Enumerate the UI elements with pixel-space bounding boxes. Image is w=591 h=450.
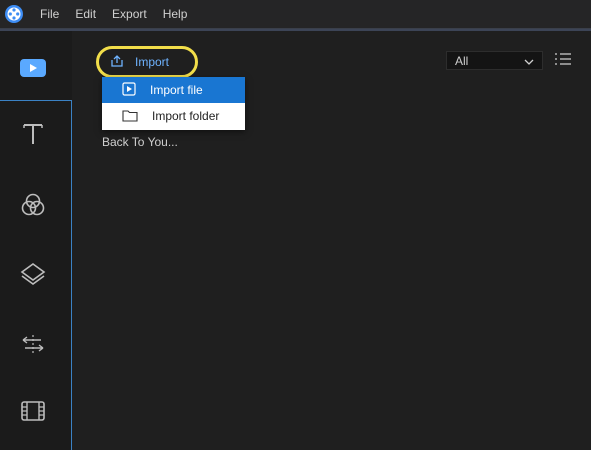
menu-item-import-folder[interactable]: Import folder [102,103,245,129]
filter-select-value: All [455,53,469,68]
list-view-icon [554,52,572,69]
filter-select[interactable]: All [446,51,543,70]
tool-overlays[interactable] [0,255,66,295]
folder-icon [122,108,138,125]
tool-text[interactable] [0,115,66,155]
import-dropdown-menu: Import file Import folder [102,77,245,130]
menu-export[interactable]: Export [104,0,155,29]
import-icon [109,54,125,71]
list-view-button[interactable] [553,51,573,69]
tool-transitions[interactable] [0,325,66,365]
layers-icon [20,262,46,289]
tool-media[interactable] [0,49,66,89]
menu-bar: File Edit Export Help [0,0,591,29]
tool-elements[interactable] [0,392,66,432]
menu-item-label: Import folder [152,109,220,123]
menu-item-import-file[interactable]: Import file [102,77,245,103]
import-button-label: Import [135,55,170,69]
import-button[interactable]: Import [96,46,198,78]
menu-item-label: Import file [150,83,203,97]
media-item-title[interactable]: Back To You... [102,135,178,149]
play-media-icon [19,58,47,81]
menu-edit[interactable]: Edit [67,0,104,29]
text-icon [21,122,45,149]
film-strip-icon [20,400,46,425]
menu-help[interactable]: Help [155,0,196,29]
menu-divider [0,29,591,31]
video-file-icon [122,81,136,99]
chevron-down-icon [524,54,534,68]
app-logo-icon [3,3,25,25]
menu-file[interactable]: File [32,0,67,29]
filters-icon [20,192,46,221]
transitions-icon [19,333,47,358]
tool-filters[interactable] [0,186,66,226]
